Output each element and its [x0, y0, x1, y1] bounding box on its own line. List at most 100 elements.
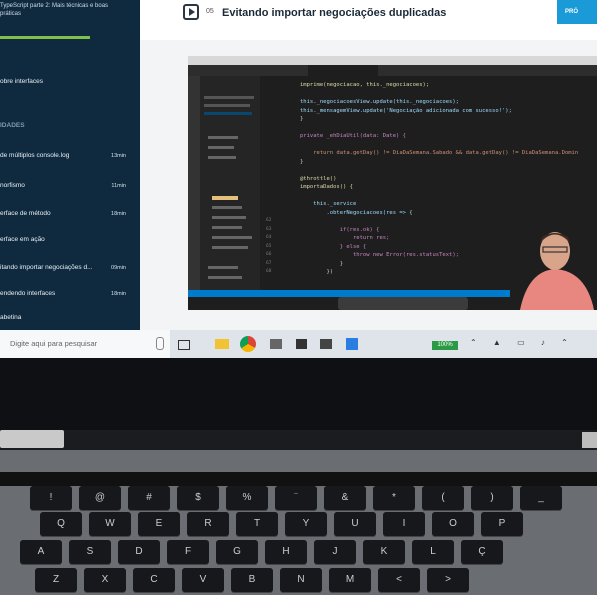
code-line: }) [300, 269, 334, 275]
keyboard-key[interactable]: T [236, 512, 278, 536]
sidebar-item-duration: 11min [111, 183, 126, 189]
chrome-icon[interactable] [240, 336, 256, 352]
keyboard-key[interactable]: O [432, 512, 474, 536]
keyboard-key[interactable]: Q [40, 512, 82, 536]
sidebar-item[interactable]: de múltiplos console.log 13min [0, 150, 140, 162]
keyboard-key[interactable]: Ç [461, 540, 503, 564]
course-sidebar: TypeScript parte 2: Mais técnicas e boas… [0, 0, 140, 330]
keyboard-key[interactable]: V [182, 568, 224, 592]
sidebar-item-label: erface de método [0, 210, 51, 217]
code-line: this._service [300, 201, 357, 207]
sidebar-item-label: itando importar negociações d... [0, 264, 93, 271]
sidebar-item[interactable]: erface em ação [0, 234, 140, 246]
laptop-bezel [0, 358, 597, 430]
keyboard-key[interactable]: N [280, 568, 322, 592]
keyboard-key[interactable]: R [187, 512, 229, 536]
keyboard-key[interactable]: @ [79, 486, 121, 510]
code-line: return res; [300, 235, 390, 241]
keyboard-key[interactable]: ( [422, 486, 464, 510]
sidebar-item-label: IDADES [0, 122, 25, 129]
code-line: importaDados() { [300, 184, 353, 190]
terminal-icon[interactable] [320, 339, 332, 349]
line-number: 64 [266, 235, 272, 240]
keyboard-key[interactable]: B [231, 568, 273, 592]
code-line: this._negociacoesView.update(this._negoc… [300, 99, 459, 105]
sidebar-item[interactable]: itando importar negociações d... 09min [0, 262, 140, 274]
laptop-hinge [0, 430, 597, 450]
code-line: @throttle() [300, 175, 337, 182]
file-explorer [200, 76, 260, 290]
mac-dock [338, 297, 468, 310]
keyboard-key[interactable]: * [373, 486, 415, 510]
keyboard-key[interactable]: L [412, 540, 454, 564]
sidebar-item[interactable]: endendo interfaces 18min [0, 288, 140, 300]
line-number: 62 [266, 218, 272, 223]
code-line: imprime(negociacao, this._negociacoes); [300, 82, 430, 88]
search-input[interactable]: Digite aqui para pesquisar [0, 330, 170, 358]
line-number: 68 [266, 269, 272, 274]
keyboard-key[interactable]: F [167, 540, 209, 564]
keyboard-key[interactable]: _ [520, 486, 562, 510]
file-explorer-icon[interactable] [215, 339, 229, 349]
keyboard-key[interactable]: G [216, 540, 258, 564]
keyboard-key[interactable]: W [89, 512, 131, 536]
code-line: this._mensagemView.update('Negociação ad… [300, 107, 512, 114]
keyboard-key[interactable]: X [84, 568, 126, 592]
keyboard-key[interactable]: Y [285, 512, 327, 536]
hinge-cap [0, 430, 64, 448]
keyboard-key[interactable]: H [265, 540, 307, 564]
code-line: throw new Error(res.statusText); [300, 252, 459, 258]
keyboard-key[interactable]: U [334, 512, 376, 536]
keyboard-key[interactable]: S [69, 540, 111, 564]
keyboard-key[interactable]: ! [30, 486, 72, 510]
keyboard-key[interactable]: < [378, 568, 420, 592]
sidebar-item[interactable]: obre interfaces [0, 76, 140, 88]
mac-menubar [188, 56, 597, 65]
keyboard-key[interactable]: A [20, 540, 62, 564]
line-number: 65 [266, 243, 272, 249]
keyboard-key[interactable]: ) [471, 486, 513, 510]
keyboard-key[interactable]: & [324, 486, 366, 510]
line-number: 67 [266, 260, 272, 266]
keyboard-key[interactable]: ¨ [275, 486, 317, 510]
keyboard-key[interactable]: % [226, 486, 268, 510]
keyboard-key[interactable]: P [481, 512, 523, 536]
store-icon[interactable] [270, 339, 282, 349]
keyboard-key[interactable]: E [138, 512, 180, 536]
code-line: if(res.ok) { [300, 226, 380, 233]
sidebar-item[interactable]: norfismo 11min [0, 180, 140, 192]
keyboard-key[interactable]: M [329, 568, 371, 592]
sidebar-item-duration: 18min [111, 211, 126, 217]
keyboard-key[interactable]: D [118, 540, 160, 564]
sidebar-item[interactable]: erface de método 18min [0, 208, 140, 220]
code-line: } [300, 260, 344, 267]
task-view-icon[interactable] [178, 340, 190, 350]
keyboard-key[interactable]: C [133, 568, 175, 592]
lesson-number: 05 [206, 8, 214, 15]
video-player[interactable]: imprime(negociacao, this._negociacoes);t… [188, 56, 597, 310]
battery-indicator[interactable]: 100% [432, 341, 458, 350]
system-tray-icons[interactable]: ⌃ ▲ ▭ ♪ ⌃ [470, 338, 590, 350]
keyboard-key[interactable]: # [128, 486, 170, 510]
play-icon[interactable] [183, 4, 199, 20]
vscode-icon[interactable] [346, 338, 358, 350]
keyboard-key[interactable]: I [383, 512, 425, 536]
code-line: } [300, 116, 304, 122]
line-number: 63 [266, 226, 272, 232]
microphone-icon[interactable] [156, 337, 164, 350]
next-lesson-button[interactable]: PRÓ [557, 0, 597, 24]
keyboard-key[interactable]: Z [35, 568, 77, 592]
keyboard-key[interactable]: > [427, 568, 469, 592]
sidebar-item-label: norfismo [0, 182, 25, 189]
code-line: .obterNegociacoes(res => { [300, 209, 413, 216]
code-line: private _ehDiaUtil(data: Date) { [300, 133, 406, 139]
keyboard-key[interactable]: K [363, 540, 405, 564]
keyboard-key[interactable]: $ [177, 486, 219, 510]
keyboard-key[interactable]: J [314, 540, 356, 564]
sidebar-item[interactable]: abetina [0, 312, 140, 324]
presenter-webcam [510, 221, 597, 310]
notes-icon[interactable] [296, 339, 307, 349]
sidebar-item[interactable]: IDADES [0, 120, 140, 132]
sidebar-item-label: erface em ação [0, 236, 45, 243]
sidebar-item-duration: 18min [111, 291, 126, 297]
